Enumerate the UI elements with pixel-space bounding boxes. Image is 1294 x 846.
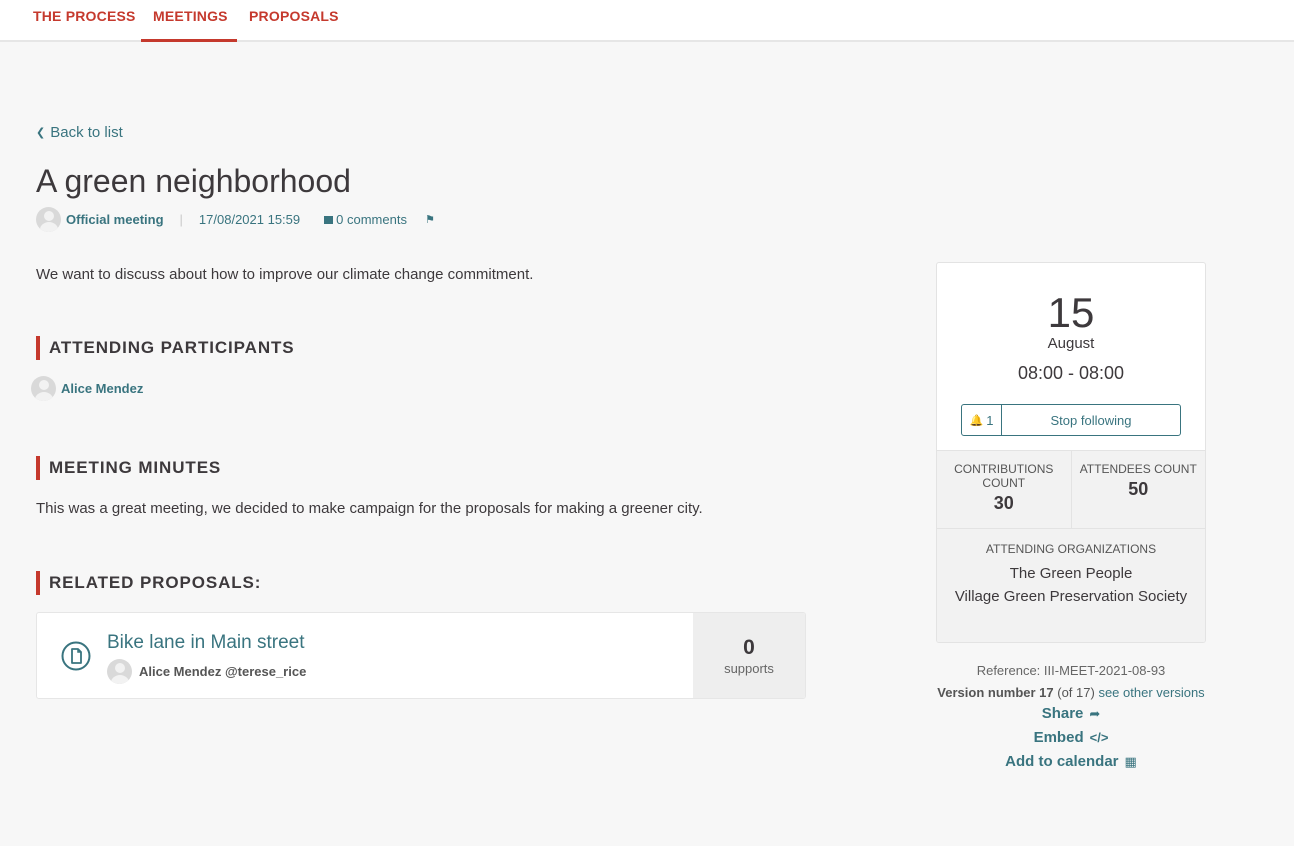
meeting-description: We want to discuss about how to improve …	[36, 266, 534, 283]
back-to-list-link[interactable]: ❮ Back to list	[36, 124, 123, 141]
meeting-minutes-heading: MEETING MINUTES	[36, 456, 221, 480]
proposal-title-link[interactable]: Bike lane in Main street	[107, 632, 305, 654]
meeting-meta: Official meeting | 17/08/2021 15:59 0 co…	[36, 206, 435, 232]
attendees-stat: ATTENDEES COUNT 50	[1070, 451, 1206, 528]
version-number: Version number 17	[937, 685, 1054, 700]
participant-name: Alice Mendez	[61, 381, 144, 396]
avatar	[31, 376, 56, 401]
organization-item: The Green People	[1009, 565, 1133, 582]
followers-number: 1	[986, 412, 994, 428]
contributions-value: 30	[993, 493, 1014, 513]
organization-item: Village Green Preservation Society	[954, 588, 1188, 605]
related-proposals-heading: RELATED PROPOSALS:	[36, 571, 261, 595]
supports-box: 0 supports	[693, 613, 805, 698]
contributions-stat: CONTRIBUTIONS COUNT 30	[937, 451, 1071, 528]
proposal-author: Alice Mendez @terese_rice	[107, 659, 306, 684]
embed-icon: </>	[1089, 730, 1109, 745]
calendar-label: Add to calendar	[1005, 753, 1119, 770]
meeting-time: 08:00 - 08:00	[1017, 363, 1125, 383]
participant-item[interactable]: Alice Mendez	[31, 376, 143, 401]
top-navigation: THE PROCESS MEETINGS PROPOSALS	[0, 0, 1294, 42]
meeting-date-card: 15 August 08:00 - 08:00 🔔 1 Stop followin…	[936, 262, 1206, 643]
meeting-month: August	[1047, 335, 1095, 352]
stats-row: CONTRIBUTIONS COUNT 30 ATTENDEES COUNT 5…	[937, 450, 1205, 529]
embed-link[interactable]: Embed </>	[936, 729, 1206, 746]
comment-icon	[324, 215, 334, 224]
share-label: Share	[1041, 705, 1084, 722]
attending-participants-heading: ATTENDING PARTICIPANTS	[36, 336, 295, 360]
reference-text: Reference: III-MEET-2021-08-93	[976, 663, 1166, 678]
page-title: A green neighborhood	[36, 163, 351, 199]
tab-proposals[interactable]: PROPOSALS	[237, 0, 351, 42]
embed-label: Embed	[1033, 729, 1084, 746]
calendar-icon: ▦	[1124, 754, 1137, 769]
meeting-day: 15	[1047, 289, 1095, 336]
version-info: Version number 17 (of 17) see other vers…	[936, 685, 1206, 700]
share-icon: ➦	[1089, 706, 1101, 721]
chevron-left-icon: ❮	[36, 127, 46, 139]
share-link[interactable]: Share ➦	[936, 705, 1206, 722]
proposal-card[interactable]: Bike lane in Main street Alice Mendez @t…	[36, 612, 806, 699]
attending-organizations: ATTENDING ORGANIZATIONS The Green People…	[937, 529, 1205, 642]
add-to-calendar-link[interactable]: Add to calendar ▦	[936, 753, 1206, 770]
divider: |	[179, 211, 183, 227]
avatar	[36, 206, 61, 232]
version-of: (of 17)	[1057, 685, 1095, 700]
attendees-value: 50	[1128, 479, 1149, 499]
contributions-label: CONTRIBUTIONS COUNT	[954, 462, 1054, 490]
tab-the-process[interactable]: THE PROCESS	[21, 0, 148, 42]
comments-count: 0 comments	[336, 211, 407, 227]
meeting-minutes-text: This was a great meeting, we decided to …	[36, 500, 703, 517]
stop-following-button[interactable]: Stop following	[1002, 405, 1180, 435]
tab-meetings[interactable]: MEETINGS	[141, 0, 237, 42]
see-other-versions-link[interactable]: see other versions	[1098, 685, 1204, 700]
meeting-date: 17/08/2021 15:59	[198, 211, 301, 227]
organizations-label: ATTENDING ORGANIZATIONS	[985, 542, 1157, 556]
supports-label: supports	[724, 661, 774, 676]
avatar	[107, 659, 132, 684]
proposal-author-name: Alice Mendez @terese_rice	[139, 664, 307, 679]
followers-count[interactable]: 🔔 1	[962, 405, 1002, 435]
bell-icon: 🔔	[969, 414, 984, 427]
author-link[interactable]: Official meeting	[66, 212, 164, 227]
document-icon	[61, 641, 91, 671]
attendees-label: ATTENDEES COUNT	[1079, 462, 1197, 476]
follow-button[interactable]: 🔔 1 Stop following	[961, 404, 1181, 436]
comments-link[interactable]: 0 comments	[324, 212, 407, 227]
flag-icon[interactable]: ⚑	[425, 213, 435, 226]
back-link-label: Back to list	[50, 124, 123, 141]
supports-count: 0	[743, 636, 755, 659]
